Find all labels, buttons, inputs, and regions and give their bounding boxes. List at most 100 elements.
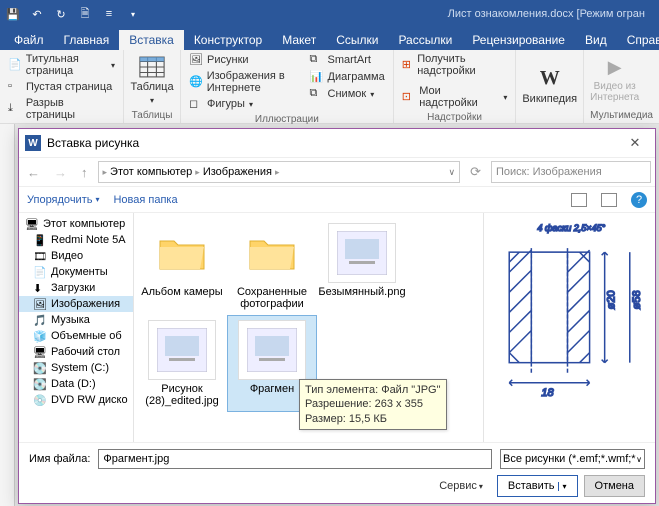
- file-name: Альбом камеры: [141, 286, 222, 298]
- screenshot-button[interactable]: ⧉Снимок ▾: [308, 86, 387, 102]
- undo-icon[interactable]: ↶: [30, 7, 44, 21]
- sidebar-item[interactable]: ⬇Загрузки: [19, 280, 133, 296]
- cancel-button[interactable]: Отмена: [584, 475, 645, 497]
- sidebar-item[interactable]: 🖥Этот компьютер: [19, 216, 133, 232]
- file-item[interactable]: Альбом камеры: [138, 219, 226, 314]
- sidebar-item[interactable]: 🖼Изображения: [19, 296, 133, 312]
- redo-icon[interactable]: ↻: [54, 7, 68, 21]
- chart-button[interactable]: 📊Диаграмма: [308, 69, 387, 85]
- filetype-select[interactable]: Все рисунки (*.emf;*.wmf;*.jp∨: [500, 449, 645, 469]
- page-break-button[interactable]: ⤓Разрыв страницы: [6, 96, 117, 122]
- sidebar-item[interactable]: 💽System (C:): [19, 360, 133, 376]
- insert-picture-dialog: W Вставка рисунка ✕ ← → ↑ ▸ Этот компьют…: [18, 128, 656, 504]
- tab-review[interactable]: Рецензирование: [462, 30, 575, 50]
- table-icon: [138, 56, 166, 78]
- nav-sidebar: 🖥Этот компьютер📱Redmi Note 5A🎞Видео📄Доку…: [19, 213, 134, 442]
- file-tooltip: Тип элемента: Файл "JPG" Разрешение: 263…: [299, 379, 447, 430]
- online-pictures-icon: 🌐: [189, 75, 203, 89]
- shapes-icon: ◻: [189, 97, 203, 111]
- smartart-button[interactable]: ⧉SmartArt: [308, 52, 387, 68]
- filename-input[interactable]: [98, 449, 492, 469]
- organize-button[interactable]: Упорядочить ▾: [27, 194, 99, 206]
- sidebar-item[interactable]: 📄Документы: [19, 264, 133, 280]
- get-addins-button[interactable]: ⊞Получить надстройки: [400, 52, 510, 78]
- 3d-icon: 🧊: [33, 330, 47, 342]
- online-pictures-button[interactable]: 🌐Изображения в Интернете: [187, 69, 304, 95]
- svg-text:4 фаски 2,5×45°: 4 фаски 2,5×45°: [537, 223, 605, 233]
- save-icon[interactable]: 💾: [6, 7, 20, 21]
- image-thumbnail: [148, 320, 216, 380]
- addins-icon: ⊡: [402, 90, 416, 104]
- tab-home[interactable]: Главная: [54, 30, 120, 50]
- print-preview-icon[interactable]: 🗎: [78, 7, 92, 21]
- sidebar-item[interactable]: 💽Data (D:): [19, 376, 133, 392]
- ribbon: 📄Титульная страница ▾ ▫Пустая страница ⤓…: [0, 50, 659, 124]
- file-item[interactable]: Сохраненные фотографии: [228, 219, 316, 314]
- insert-button[interactable]: Вставить▾: [497, 475, 578, 497]
- view-mode-button[interactable]: [571, 193, 587, 207]
- table-button[interactable]: Таблица▾: [130, 52, 174, 108]
- sidebar-item[interactable]: 🎵Музыка: [19, 312, 133, 328]
- tab-mailings[interactable]: Рассылки: [388, 30, 462, 50]
- tools-button[interactable]: Сервис ▾: [431, 480, 491, 492]
- nav-up-button[interactable]: ↑: [77, 162, 92, 183]
- crumb-images[interactable]: Изображения: [203, 166, 272, 178]
- folder-icon: [238, 223, 306, 283]
- close-button[interactable]: ✕: [621, 135, 649, 151]
- pictures-button[interactable]: 🖼Рисунки: [187, 52, 304, 68]
- tab-designer[interactable]: Конструктор: [184, 30, 272, 50]
- addins-group-label: Надстройки: [400, 110, 510, 123]
- sidebar-item[interactable]: 💿DVD RW диско: [19, 392, 133, 408]
- file-name: Сохраненные фотографии: [230, 286, 314, 310]
- chart-icon: 📊: [310, 70, 324, 84]
- sidebar-item[interactable]: 📱Redmi Note 5A: [19, 232, 133, 248]
- customize-qat-icon[interactable]: ≡: [102, 7, 116, 21]
- drive-icon: 💽: [33, 362, 47, 374]
- tab-view[interactable]: Вид: [575, 30, 617, 50]
- help-icon[interactable]: ?: [631, 192, 647, 208]
- svg-text:ø20: ø20: [606, 290, 618, 309]
- preview-pane-button[interactable]: [601, 193, 617, 207]
- search-input[interactable]: Поиск: Изображения: [491, 161, 651, 183]
- wikipedia-button[interactable]: W Википедия: [522, 52, 577, 119]
- pc-icon: 🖥: [25, 218, 39, 230]
- folder-icon: [148, 223, 216, 283]
- downloads-icon: ⬇: [33, 282, 47, 294]
- tab-file[interactable]: Файл: [4, 30, 54, 50]
- file-item[interactable]: Безымянный.png: [318, 219, 406, 314]
- new-folder-button[interactable]: Новая папка: [113, 194, 177, 206]
- tab-help[interactable]: Справка: [617, 30, 659, 50]
- shapes-button[interactable]: ◻Фигуры ▾: [187, 96, 304, 112]
- sidebar-item[interactable]: 🎞Видео: [19, 248, 133, 264]
- file-name: Безымянный.png: [318, 286, 405, 298]
- filename-label: Имя файла:: [29, 453, 90, 465]
- image-thumbnail: [238, 320, 306, 380]
- tab-insert[interactable]: Вставка: [119, 30, 184, 50]
- music-icon: 🎵: [33, 314, 47, 326]
- vertical-ruler: [0, 124, 15, 506]
- cover-page-button[interactable]: 📄Титульная страница ▾: [6, 52, 117, 78]
- store-icon: ⊞: [402, 58, 413, 72]
- blank-page-button[interactable]: ▫Пустая страница: [6, 79, 117, 95]
- preview-pane: 4 фаски 2,5×45° ø20 ø58 18: [483, 213, 655, 442]
- nav-back-button[interactable]: ←: [23, 162, 44, 183]
- page-break-icon: ⤓: [8, 102, 22, 116]
- tab-references[interactable]: Ссылки: [326, 30, 388, 50]
- sidebar-item[interactable]: 🖥Рабочий стол: [19, 344, 133, 360]
- file-name: Рисунок (28)_edited.jpg: [140, 383, 224, 407]
- video-icon: 🎞: [33, 250, 47, 262]
- nav-forward-button[interactable]: →: [50, 162, 71, 183]
- online-video-button[interactable]: ▶ Видео из Интернета: [590, 52, 639, 108]
- wikipedia-icon: W: [540, 67, 560, 90]
- qat-dropdown-icon[interactable]: ▾: [126, 7, 140, 21]
- my-addins-button[interactable]: ⊡Мои надстройки ▾: [400, 84, 510, 110]
- video-icon: ▶: [608, 57, 622, 78]
- title-bar: 💾 ↶ ↻ 🗎 ≡ ▾ Лист ознакомления.docx [Режи…: [0, 0, 659, 28]
- tab-layout[interactable]: Макет: [272, 30, 326, 50]
- nav-refresh-button[interactable]: ⟳: [466, 161, 485, 183]
- sidebar-item[interactable]: 🧊Объемные об: [19, 328, 133, 344]
- crumb-pc[interactable]: Этот компьютер: [110, 166, 192, 178]
- word-app-icon: W: [25, 135, 41, 151]
- file-item[interactable]: Рисунок (28)_edited.jpg: [138, 316, 226, 411]
- breadcrumb[interactable]: ▸ Этот компьютер ▸ Изображения ▸ ∨: [98, 161, 461, 183]
